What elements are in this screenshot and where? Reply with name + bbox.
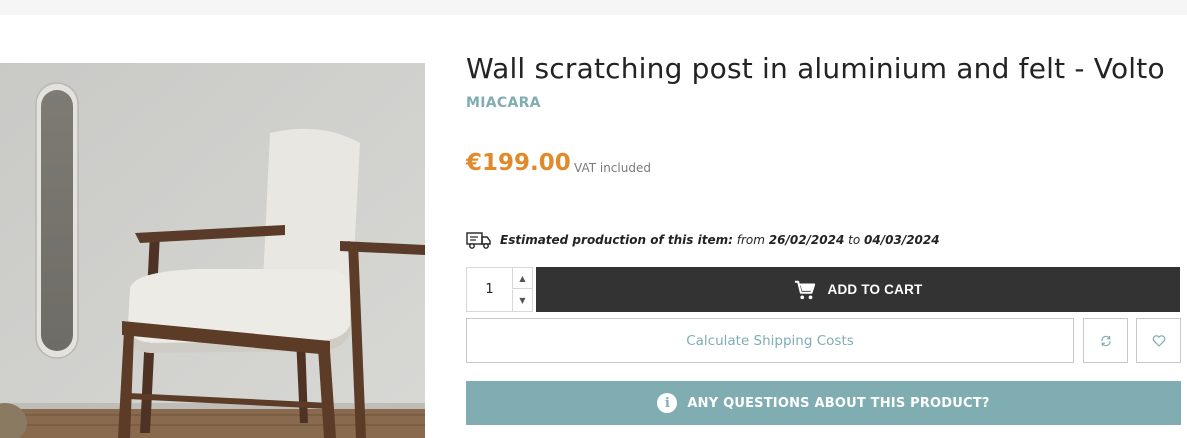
product-price: €199.00	[466, 150, 571, 176]
top-bar	[0, 0, 1187, 15]
quantity-input[interactable]	[467, 268, 512, 311]
estimate-from-date: 26/02/2024	[768, 233, 845, 247]
quantity-increase-button[interactable]: ▲	[512, 268, 532, 289]
quantity-decrease-button[interactable]: ▼	[512, 290, 532, 311]
shopping-cart-icon	[794, 280, 815, 299]
brand-link[interactable]: MIACARA	[466, 95, 541, 111]
product-photo	[0, 63, 425, 438]
product-image[interactable]	[0, 63, 425, 438]
wishlist-button[interactable]	[1136, 318, 1181, 363]
production-estimate: Estimated production of this item: from …	[466, 229, 940, 251]
compare-button[interactable]	[1083, 318, 1128, 363]
estimate-to-date: 04/03/2024	[864, 233, 940, 247]
chevron-up-icon: ▲	[519, 273, 526, 283]
add-to-cart-label: ADD TO CART	[827, 282, 923, 297]
vat-note: VAT included	[574, 161, 651, 175]
product-questions-button[interactable]: i ANY QUESTIONS ABOUT THIS PRODUCT?	[466, 381, 1181, 425]
info-icon: i	[657, 393, 678, 413]
product-questions-label: ANY QUESTIONS ABOUT THIS PRODUCT?	[687, 395, 990, 411]
chevron-down-icon: ▼	[519, 296, 526, 305]
calculate-shipping-label: Calculate Shipping Costs	[686, 332, 854, 349]
heart-icon	[1152, 334, 1165, 347]
calculate-shipping-button[interactable]: Calculate Shipping Costs	[466, 318, 1074, 363]
estimate-label: Estimated production of this item:	[500, 233, 733, 247]
product-title: Wall scratching post in aluminium and fe…	[466, 52, 1165, 85]
compare-icon	[1100, 335, 1111, 346]
delivery-truck-icon	[466, 232, 491, 249]
estimate-to-word: to	[848, 233, 861, 247]
quantity-stepper[interactable]: ▲ ▼	[466, 267, 533, 312]
estimate-from-word: from	[736, 233, 765, 247]
add-to-cart-button[interactable]: ADD TO CART	[536, 267, 1180, 312]
